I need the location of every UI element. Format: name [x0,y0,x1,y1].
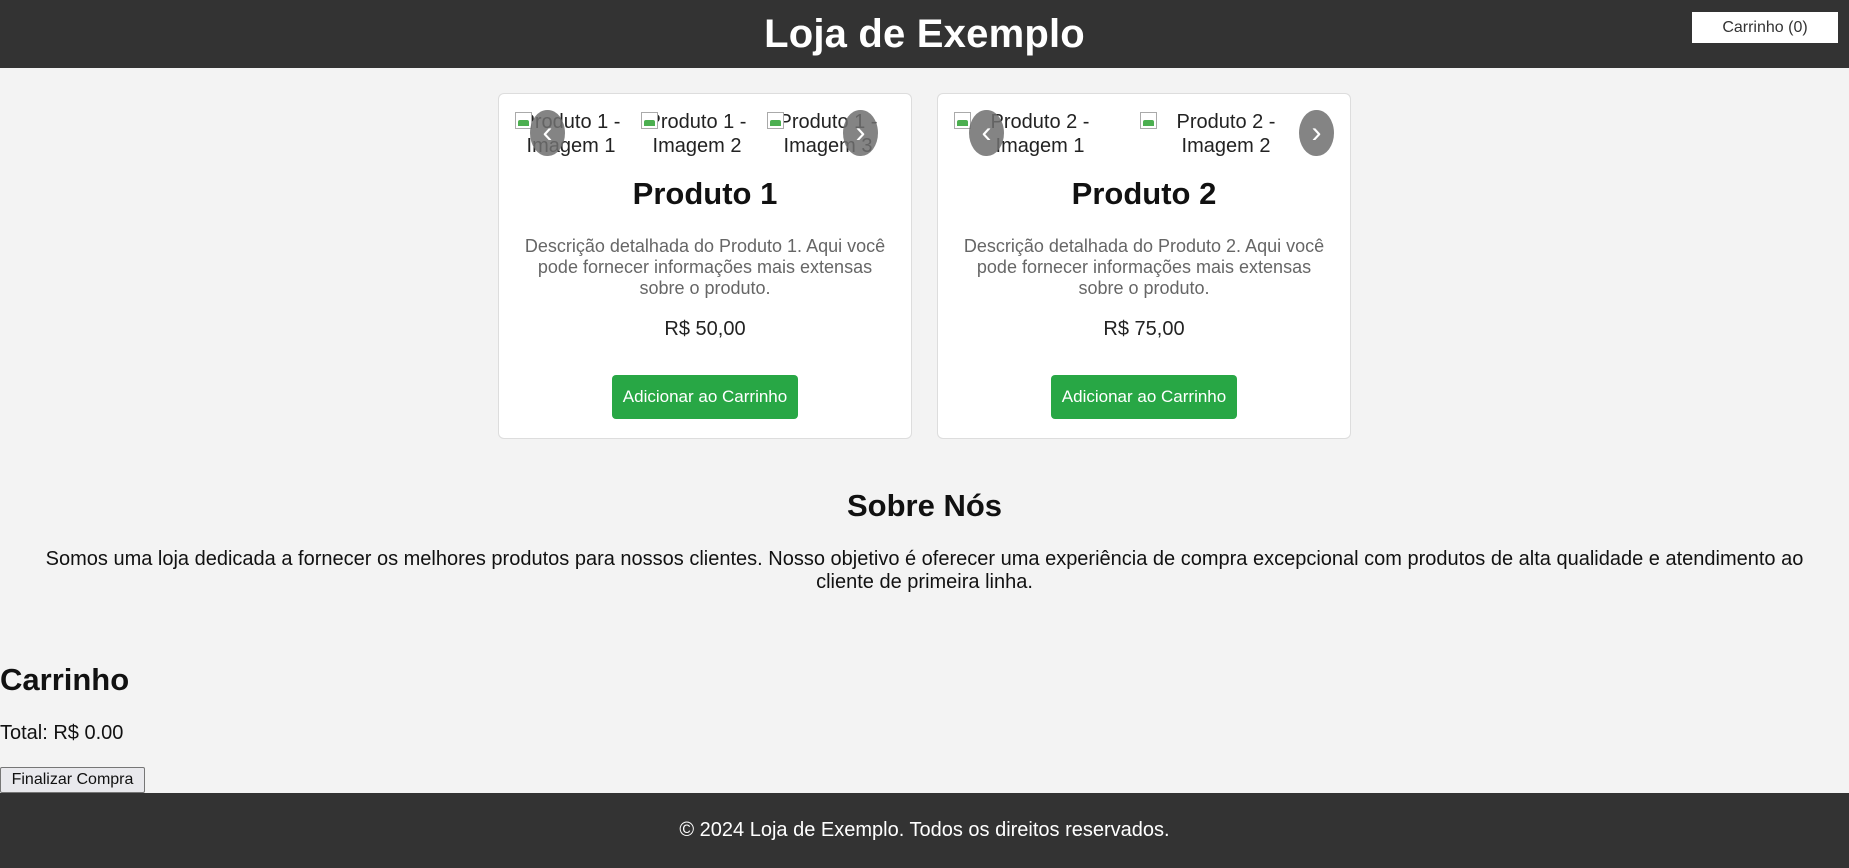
add-to-cart-button[interactable]: Adicionar ao Carrinho [612,375,798,419]
product-description: Descrição detalhada do Produto 1. Aqui v… [524,236,886,298]
broken-image-icon [954,112,971,129]
carousel-prev-button[interactable]: ‹ [969,110,1004,156]
cart-title: Carrinho [0,662,130,697]
site-title: Loja de Exemplo [764,11,1085,56]
cart-total: Total: R$ 0.00 [0,722,124,744]
image-carousel: Produto 1 - Imagem 1 Produto 1 - Imagem … [515,110,895,160]
add-to-cart-button[interactable]: Adicionar ao Carrinho [1051,375,1237,419]
image-alt-text: Produto 2 - Imagem 2 [1176,111,1276,157]
product-name: Produto 2 [1071,176,1217,211]
product-image: Produto 2 - Imagem 2 [1140,110,1312,160]
about-title: Sobre Nós [846,488,1003,523]
broken-image-icon [641,112,658,129]
broken-image-icon [515,112,532,129]
product-name: Produto 1 [632,176,778,211]
image-alt-text: Produto 1 - Imagem 2 [647,111,747,157]
carousel-next-button[interactable]: › [843,110,878,156]
footer-text: © 2024 Loja de Exemplo. Todos os direito… [679,819,1170,841]
broken-image-icon [767,112,784,129]
product-image: Produto 1 - Imagem 2 [641,110,753,160]
product-price: R$ 50,00 [664,318,746,340]
product-card: Produto 1 - Imagem 1 Produto 1 - Imagem … [498,93,912,439]
image-alt-text: Produto 2 - Imagem 1 [990,111,1090,157]
carousel-prev-button[interactable]: ‹ [530,110,565,156]
product-price: R$ 75,00 [1103,318,1185,340]
product-description: Descrição detalhada do Produto 2. Aqui v… [963,236,1325,298]
broken-image-icon [1140,112,1157,129]
site-footer: © 2024 Loja de Exemplo. Todos os direito… [0,793,1849,868]
site-header: Loja de Exemplo Carrinho (0) [0,0,1849,68]
checkout-button[interactable]: Finalizar Compra [0,767,145,793]
product-card: Produto 2 - Imagem 1 Produto 2 - Imagem … [937,93,1351,439]
carousel-next-button[interactable]: › [1299,110,1334,156]
about-text: Somos uma loja dedicada a fornecer os me… [45,548,1804,593]
image-carousel: Produto 2 - Imagem 1 Produto 2 - Imagem … [954,110,1334,160]
cart-button[interactable]: Carrinho (0) [1692,12,1838,43]
